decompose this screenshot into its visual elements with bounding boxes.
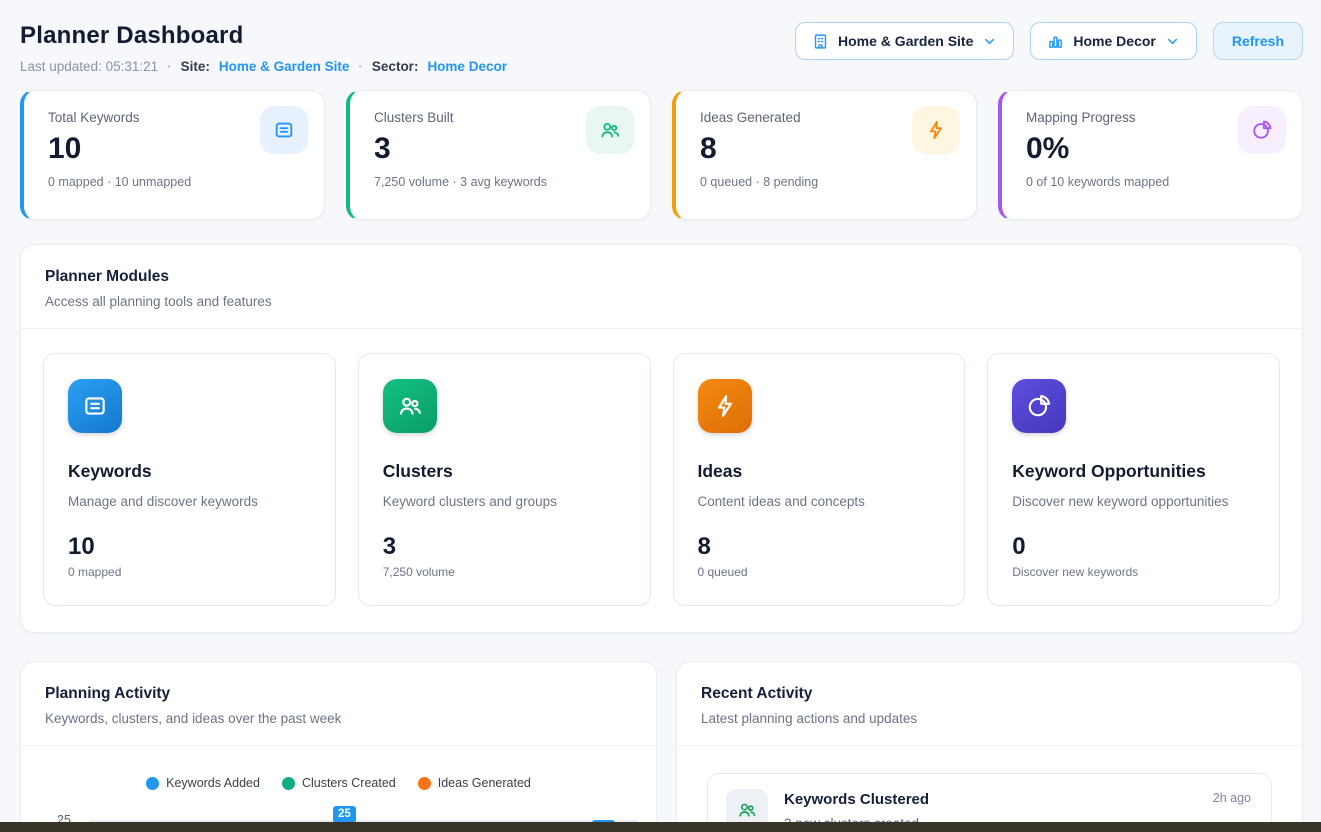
header-left: Planner Dashboard Last updated: 05:31:21…	[20, 22, 507, 74]
stat-card-ideas-generated: Ideas Generated 8 0 queued · 8 pending	[672, 90, 977, 220]
lightning-icon	[712, 393, 738, 419]
module-description: Discover new keyword opportunities	[1012, 494, 1255, 509]
document-icon	[82, 393, 108, 419]
stat-subtext: 0 queued · 8 pending	[700, 175, 956, 189]
section-subtitle: Latest planning actions and updates	[701, 711, 1278, 726]
site-selector-dropdown[interactable]: Home & Garden Site	[795, 22, 1014, 60]
lightning-icon	[925, 119, 947, 141]
site-selector-value: Home & Garden Site	[838, 33, 973, 49]
module-subtext: Discover new keywords	[1012, 565, 1255, 579]
module-subtext: 0 queued	[698, 565, 941, 579]
modules-grid: Keywords Manage and discover keywords 10…	[21, 329, 1302, 632]
module-description: Content ideas and concepts	[698, 494, 941, 509]
module-title: Keywords	[68, 461, 311, 482]
recent-activity-header: Recent Activity Latest planning actions …	[677, 662, 1302, 746]
module-subtext: 7,250 volume	[383, 565, 626, 579]
legend-dot	[146, 777, 159, 790]
stat-subtext: 7,250 volume · 3 avg keywords	[374, 175, 630, 189]
legend-label: Clusters Created	[302, 776, 396, 790]
users-icon	[737, 800, 757, 820]
stat-icon-box	[1238, 106, 1286, 154]
bottom-row: Planning Activity Keywords, clusters, an…	[20, 661, 1303, 832]
stat-subtext: 0 of 10 keywords mapped	[1026, 175, 1282, 189]
section-title: Planner Modules	[45, 268, 1278, 286]
sector-link[interactable]: Home Decor	[427, 59, 507, 74]
module-description: Keyword clusters and groups	[383, 494, 626, 509]
stat-icon-box	[260, 106, 308, 154]
chevron-down-icon	[982, 34, 997, 49]
refresh-button[interactable]: Refresh	[1213, 22, 1303, 60]
legend-label: Keywords Added	[166, 776, 260, 790]
sector-label: Sector:	[372, 59, 419, 74]
legend-item-keywords-added[interactable]: Keywords Added	[146, 776, 260, 790]
module-icon-box	[1012, 379, 1066, 433]
module-value: 3	[383, 533, 626, 561]
site-label: Site:	[181, 59, 210, 74]
module-card-ideas[interactable]: Ideas Content ideas and concepts 8 0 que…	[673, 353, 966, 606]
section-subtitle: Keywords, clusters, and ideas over the p…	[45, 711, 632, 726]
module-value: 10	[68, 533, 311, 561]
pie-chart-icon	[1251, 119, 1273, 141]
activity-item-timestamp: 2h ago	[1213, 791, 1251, 805]
module-description: Manage and discover keywords	[68, 494, 311, 509]
stat-card-total-keywords: Total Keywords 10 0 mapped · 10 unmapped	[20, 90, 325, 220]
page-title: Planner Dashboard	[20, 22, 507, 50]
page-header: Planner Dashboard Last updated: 05:31:21…	[20, 22, 1303, 74]
planning-activity-header: Planning Activity Keywords, clusters, an…	[21, 662, 656, 746]
module-title: Keyword Opportunities	[1012, 461, 1255, 482]
module-title: Ideas	[698, 461, 941, 482]
building-icon	[812, 33, 829, 50]
recent-activity-panel: Recent Activity Latest planning actions …	[676, 661, 1303, 832]
legend-label: Ideas Generated	[438, 776, 531, 790]
chevron-down-icon	[1165, 34, 1180, 49]
module-icon-box	[68, 379, 122, 433]
stat-card-clusters-built: Clusters Built 3 7,250 volume · 3 avg ke…	[346, 90, 651, 220]
users-icon	[599, 119, 621, 141]
recent-activity-list: Keywords Clustered 3 new clusters create…	[677, 746, 1302, 832]
data-point-label-25: 25	[333, 806, 356, 823]
legend-item-ideas-generated[interactable]: Ideas Generated	[418, 776, 531, 790]
stat-icon-box	[912, 106, 960, 154]
module-icon-box	[698, 379, 752, 433]
module-value: 8	[698, 533, 941, 561]
document-icon	[273, 119, 295, 141]
bar-chart-icon	[1047, 33, 1064, 50]
users-icon	[397, 393, 423, 419]
chart-legend: Keywords Added Clusters Created Ideas Ge…	[41, 776, 636, 790]
activity-item-title: Keywords Clustered	[784, 791, 929, 808]
module-value: 0	[1012, 533, 1255, 561]
stat-subtext: 0 mapped · 10 unmapped	[48, 175, 304, 189]
meta-separator: ·	[358, 59, 363, 74]
site-link[interactable]: Home & Garden Site	[219, 59, 350, 74]
planner-dashboard-page: Planner Dashboard Last updated: 05:31:21…	[0, 0, 1321, 832]
sector-selector-dropdown[interactable]: Home Decor	[1030, 22, 1196, 60]
section-title: Planning Activity	[45, 685, 632, 703]
stats-row: Total Keywords 10 0 mapped · 10 unmapped…	[20, 90, 1303, 220]
header-meta: Last updated: 05:31:21 · Site: Home & Ga…	[20, 59, 507, 74]
module-title: Clusters	[383, 461, 626, 482]
section-title: Recent Activity	[701, 685, 1278, 703]
planning-activity-panel: Planning Activity Keywords, clusters, an…	[20, 661, 657, 832]
module-card-clusters[interactable]: Clusters Keyword clusters and groups 3 7…	[358, 353, 651, 606]
stat-card-mapping-progress: Mapping Progress 0% 0 of 10 keywords map…	[998, 90, 1303, 220]
legend-dot	[282, 777, 295, 790]
section-subtitle: Access all planning tools and features	[45, 294, 1278, 309]
pie-chart-icon	[1026, 393, 1052, 419]
module-card-keyword-opportunities[interactable]: Keyword Opportunities Discover new keywo…	[987, 353, 1280, 606]
module-card-keywords[interactable]: Keywords Manage and discover keywords 10…	[43, 353, 336, 606]
stat-icon-box	[586, 106, 634, 154]
module-icon-box	[383, 379, 437, 433]
last-updated-text: Last updated: 05:31:21	[20, 59, 158, 74]
planner-modules-header: Planner Modules Access all planning tool…	[21, 245, 1302, 329]
legend-dot	[418, 777, 431, 790]
sector-selector-value: Home Decor	[1073, 33, 1155, 49]
meta-separator: ·	[167, 59, 172, 74]
header-toolbar: Home & Garden Site Home Decor Refresh	[795, 22, 1303, 60]
legend-item-clusters-created[interactable]: Clusters Created	[282, 776, 396, 790]
module-subtext: 0 mapped	[68, 565, 311, 579]
planning-activity-chart: Keywords Added Clusters Created Ideas Ge…	[21, 746, 656, 832]
bottom-edge-bar	[0, 822, 1321, 832]
planner-modules-panel: Planner Modules Access all planning tool…	[20, 244, 1303, 633]
